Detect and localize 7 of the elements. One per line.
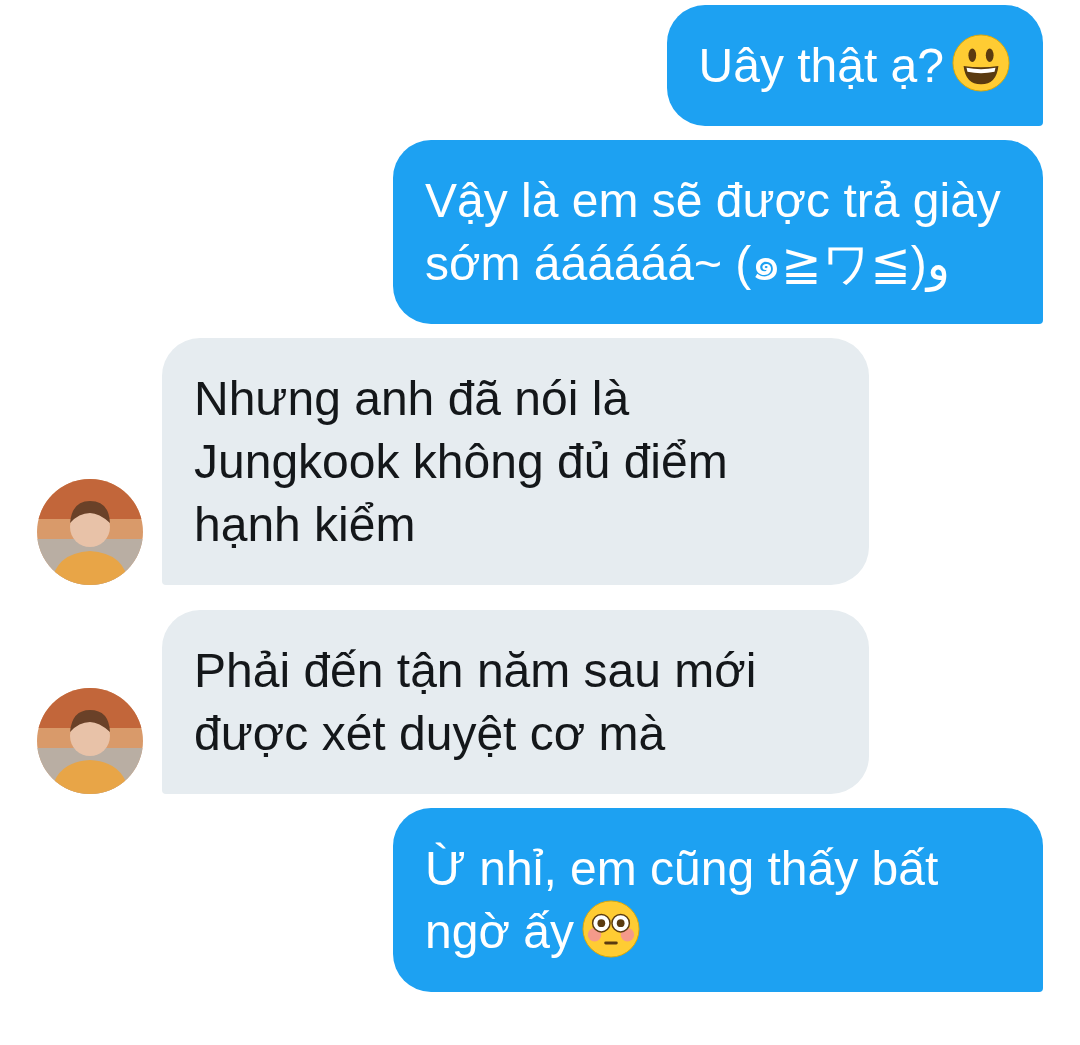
- message-bubble: Vậy là em sẽ được trả giày sớm áááááá~ (๑≧ワ≦)و: [393, 140, 1043, 324]
- flushed-face-icon: [581, 900, 640, 958]
- message-bubble: Ừ nhỉ, em cũng thấy bất ngờ ấy: [393, 808, 1043, 992]
- message-bubble: Nhưng anh đã nói là Jungkook không đủ điểm hạnh kiểm: [162, 338, 869, 585]
- smiley-face-icon: [952, 34, 1010, 92]
- message-bubble: Uây thật ạ?: [666, 5, 1043, 126]
- message-bubble: Phải đến tận năm sau mới được xét duyệt cơ mà: [162, 610, 869, 794]
